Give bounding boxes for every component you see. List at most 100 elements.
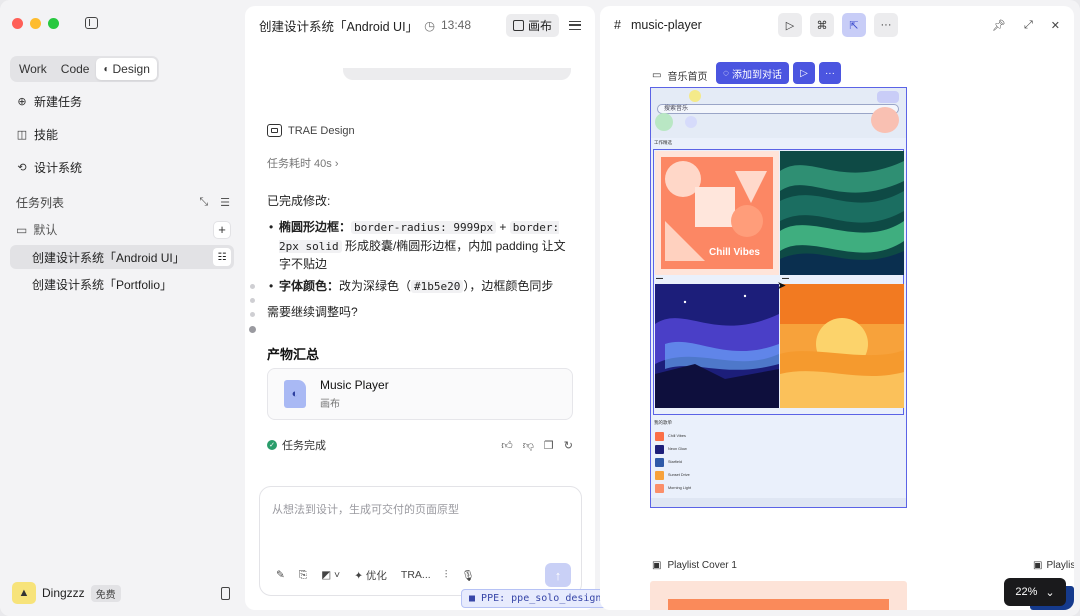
window-controls	[12, 18, 59, 29]
mobile-device-icon[interactable]	[221, 586, 230, 600]
bullet-text: ），边框颜色同步	[463, 279, 554, 293]
night-sky-art	[655, 284, 779, 408]
artboard-list-item: Starfield	[655, 457, 900, 467]
avatar[interactable]: ▲	[12, 582, 36, 604]
zoom-control[interactable]: 22% ⌄	[1004, 578, 1066, 606]
components-icon[interactable]: ⌘	[810, 13, 834, 37]
chat-time: 13:48	[440, 18, 472, 32]
minimize-window-button[interactable]	[30, 18, 41, 29]
new-task-icon: ⊕	[17, 96, 27, 108]
ppe-environment-tag: ■ PPE: ppe_solo_design	[461, 589, 610, 608]
message-composer[interactable]: 从想法到设计，生成可交付的页面原型 ✎ ⎘ ◩ ˅ ✦ 优化 TRA... ⫶ …	[259, 486, 582, 596]
image-icon: ▣	[1033, 560, 1043, 571]
task-duration-label: 任务耗时 40s	[267, 158, 332, 170]
select-tool-icon[interactable]: ⇱	[842, 13, 866, 37]
clock-icon: ◷	[424, 18, 435, 33]
thumbs-down-icon[interactable]: 👎︎	[523, 439, 534, 452]
artboard-list-item: Sunset Drive	[655, 470, 900, 480]
frame-label-playlist-cover[interactable]: ▣ Playlist Cover 1	[652, 560, 737, 571]
close-icon[interactable]: ✕	[1051, 19, 1060, 32]
palette-file-icon: ◐	[284, 380, 306, 408]
bullet-text: 改为深绿色（	[339, 279, 412, 293]
mode-tab-work[interactable]: Work	[12, 58, 54, 80]
task-item-portfolio[interactable]: 创建设计系统「Portfolio」	[10, 272, 234, 296]
list-menu-icon[interactable]	[569, 20, 581, 30]
nav-skills-label: 技能	[34, 128, 59, 142]
user-name: Dingzzz	[42, 586, 85, 600]
tag-icon[interactable]: ◩ ˅	[321, 569, 340, 581]
close-window-button[interactable]	[12, 18, 23, 29]
copy-icon[interactable]: ❐	[544, 439, 554, 452]
optimize-button[interactable]: ✦ 优化	[354, 568, 387, 583]
bullet-font-color: 字体颜色：改为深绿色（#1b5e20），边框颜色同步	[267, 277, 575, 296]
microphone-icon[interactable]: 🎙︎	[461, 569, 474, 582]
task-detail-icon[interactable]: ☷	[213, 248, 231, 266]
expand-icon[interactable]: ⤢	[1024, 19, 1033, 32]
tile-caption: ▬▬	[656, 276, 663, 280]
artboard-music-home[interactable]: 搜索音乐 工作精选 Chill Vibes ▬▬ ▬▬ 我的歌单 Chill V…	[650, 87, 907, 508]
add-task-button[interactable]: +	[214, 221, 230, 238]
pin-icon[interactable]: 📌︎	[992, 19, 1006, 32]
maximize-window-button[interactable]	[48, 18, 59, 29]
play-icon[interactable]: ▷	[778, 13, 802, 37]
decor-blob	[655, 113, 673, 131]
task-item-android-ui[interactable]: 创建设计系统「Android UI」 ☷	[10, 245, 234, 269]
list-item-label: Starfield	[668, 460, 682, 464]
task-group-default[interactable]: ▭ 默认 +	[16, 221, 230, 238]
artboard-playlist-cover[interactable]	[650, 581, 907, 610]
list-item-label: Sunset Drive	[668, 473, 690, 477]
list-item-label: Morning Light	[668, 486, 692, 490]
user-bar: ▲ Dingzzz 免费	[12, 582, 230, 604]
sidebar-toggle-icon[interactable]	[85, 17, 98, 29]
skills-icon: ◫	[16, 129, 28, 141]
zoom-level: 22%	[1015, 586, 1038, 598]
filter-icon[interactable]: ☰	[220, 196, 230, 209]
check-circle-icon: ✓	[267, 440, 277, 450]
nav-new-task[interactable]: ⊕ 新建任务	[16, 93, 82, 110]
waveform-icon[interactable]: ⫶	[445, 569, 448, 582]
chat-bubble-icon: ◌	[723, 67, 729, 79]
attach-icon[interactable]: ⎘	[299, 569, 307, 582]
optimize-label: 优化	[365, 569, 387, 582]
monitor-icon: ▭	[652, 70, 662, 81]
model-selector[interactable]: TRA...	[401, 569, 431, 581]
thumbs-up-icon[interactable]: 👍︎	[501, 439, 513, 452]
task-item-label: 创建设计系统「Portfolio」	[32, 277, 173, 292]
mode-tab-design[interactable]: ◐ Design	[96, 58, 157, 80]
preview-play-button[interactable]: ▷	[792, 62, 815, 84]
frame-more-button[interactable]: ···	[818, 62, 841, 84]
bullet-label: 椭圆形边框：	[279, 220, 352, 234]
artifact-card[interactable]: ◐ Music Player 画布	[267, 368, 573, 420]
mode-tab-code[interactable]: Code	[54, 58, 97, 80]
task-duration[interactable]: 任务耗时 40s ›	[267, 155, 339, 171]
palette-icon: ◐	[103, 63, 110, 75]
message-question: 需要继续调整吗?	[267, 305, 358, 319]
composer-placeholder: 从想法到设计，生成可交付的页面原型	[272, 504, 459, 516]
more-icon[interactable]: ···	[874, 13, 898, 37]
mode-switcher: Work Code ◐ Design	[10, 56, 159, 82]
playlist-tile-waves	[780, 151, 904, 275]
add-to-chat-button[interactable]: ◌ 添加到对话	[716, 62, 789, 84]
canvas-button-label: 画布	[527, 18, 552, 33]
collapse-icon[interactable]: ⤡	[199, 196, 208, 209]
retry-icon[interactable]: ↻	[564, 439, 573, 452]
edit-icon[interactable]: ✎	[276, 569, 285, 581]
composer-toolbar: ✎ ⎘ ◩ ˅ ✦ 优化 TRA... ⫶ 🎙︎ ↑	[276, 563, 571, 587]
canvas-toggle-button[interactable]: 画布	[505, 13, 559, 37]
frame-label-playlist-cover-2[interactable]: ▣ Playlis	[1033, 560, 1074, 571]
send-button[interactable]: ↑	[545, 563, 571, 587]
list-item-label: Chill Vibes	[668, 434, 686, 438]
playlist-tile-night	[655, 284, 779, 408]
playlist-tile-chill: Chill Vibes	[655, 151, 779, 275]
nav-design-system[interactable]: ⟲ 设计系统	[16, 159, 82, 176]
canvas-toolbar: ▷ ⌘ ⇱ ···	[778, 13, 898, 37]
frame-label-text: 音乐首页	[667, 72, 708, 83]
nav-skills[interactable]: ◫ 技能	[16, 126, 58, 143]
group-name: 默认	[33, 223, 58, 237]
chat-title: 创建设计系统「Android UI」	[259, 19, 419, 34]
plan-badge: 免费	[90, 584, 121, 602]
frame-label-text: Playlis	[1046, 560, 1074, 571]
sunset-art	[780, 284, 904, 408]
frame-label-home[interactable]: ▭ 音乐首页	[652, 68, 707, 83]
task-list-title: 任务列表	[16, 196, 65, 210]
